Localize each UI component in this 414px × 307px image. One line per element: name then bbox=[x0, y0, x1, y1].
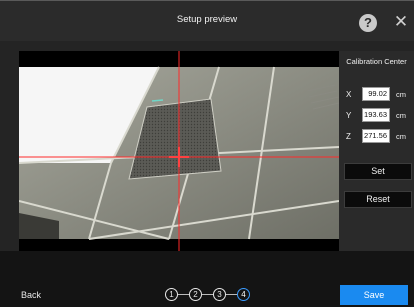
y-value-field[interactable]: 193.63 bbox=[362, 108, 390, 122]
step-connector bbox=[202, 294, 213, 295]
help-icon[interactable]: ? bbox=[359, 14, 377, 32]
step-4[interactable]: 4 bbox=[237, 288, 250, 301]
step-connector bbox=[226, 294, 237, 295]
camera-image bbox=[19, 51, 339, 258]
step-connector bbox=[178, 294, 189, 295]
back-button[interactable]: Back bbox=[21, 290, 41, 300]
z-unit: cm bbox=[396, 132, 406, 141]
title-bar: Setup preview ? ✕ bbox=[0, 1, 414, 41]
set-button[interactable]: Set bbox=[344, 163, 412, 180]
window-title: Setup preview bbox=[176, 14, 238, 25]
camera-preview[interactable] bbox=[19, 51, 339, 258]
step-1[interactable]: 1 bbox=[165, 288, 178, 301]
y-unit: cm bbox=[396, 111, 406, 120]
save-button[interactable]: Save bbox=[340, 285, 408, 305]
x-label: X bbox=[346, 90, 352, 99]
z-value-field[interactable]: 271.56 bbox=[362, 129, 390, 143]
step-3[interactable]: 3 bbox=[213, 288, 226, 301]
x-unit: cm bbox=[396, 90, 406, 99]
panel-title: Calibration Center bbox=[346, 57, 407, 66]
step-2[interactable]: 2 bbox=[189, 288, 202, 301]
x-value-field[interactable]: 99.02 bbox=[362, 87, 390, 101]
y-label: Y bbox=[346, 111, 352, 120]
calibration-panel bbox=[339, 51, 414, 258]
reset-button[interactable]: Reset bbox=[344, 191, 412, 208]
z-label: Z bbox=[346, 132, 351, 141]
close-icon[interactable]: ✕ bbox=[393, 12, 409, 32]
